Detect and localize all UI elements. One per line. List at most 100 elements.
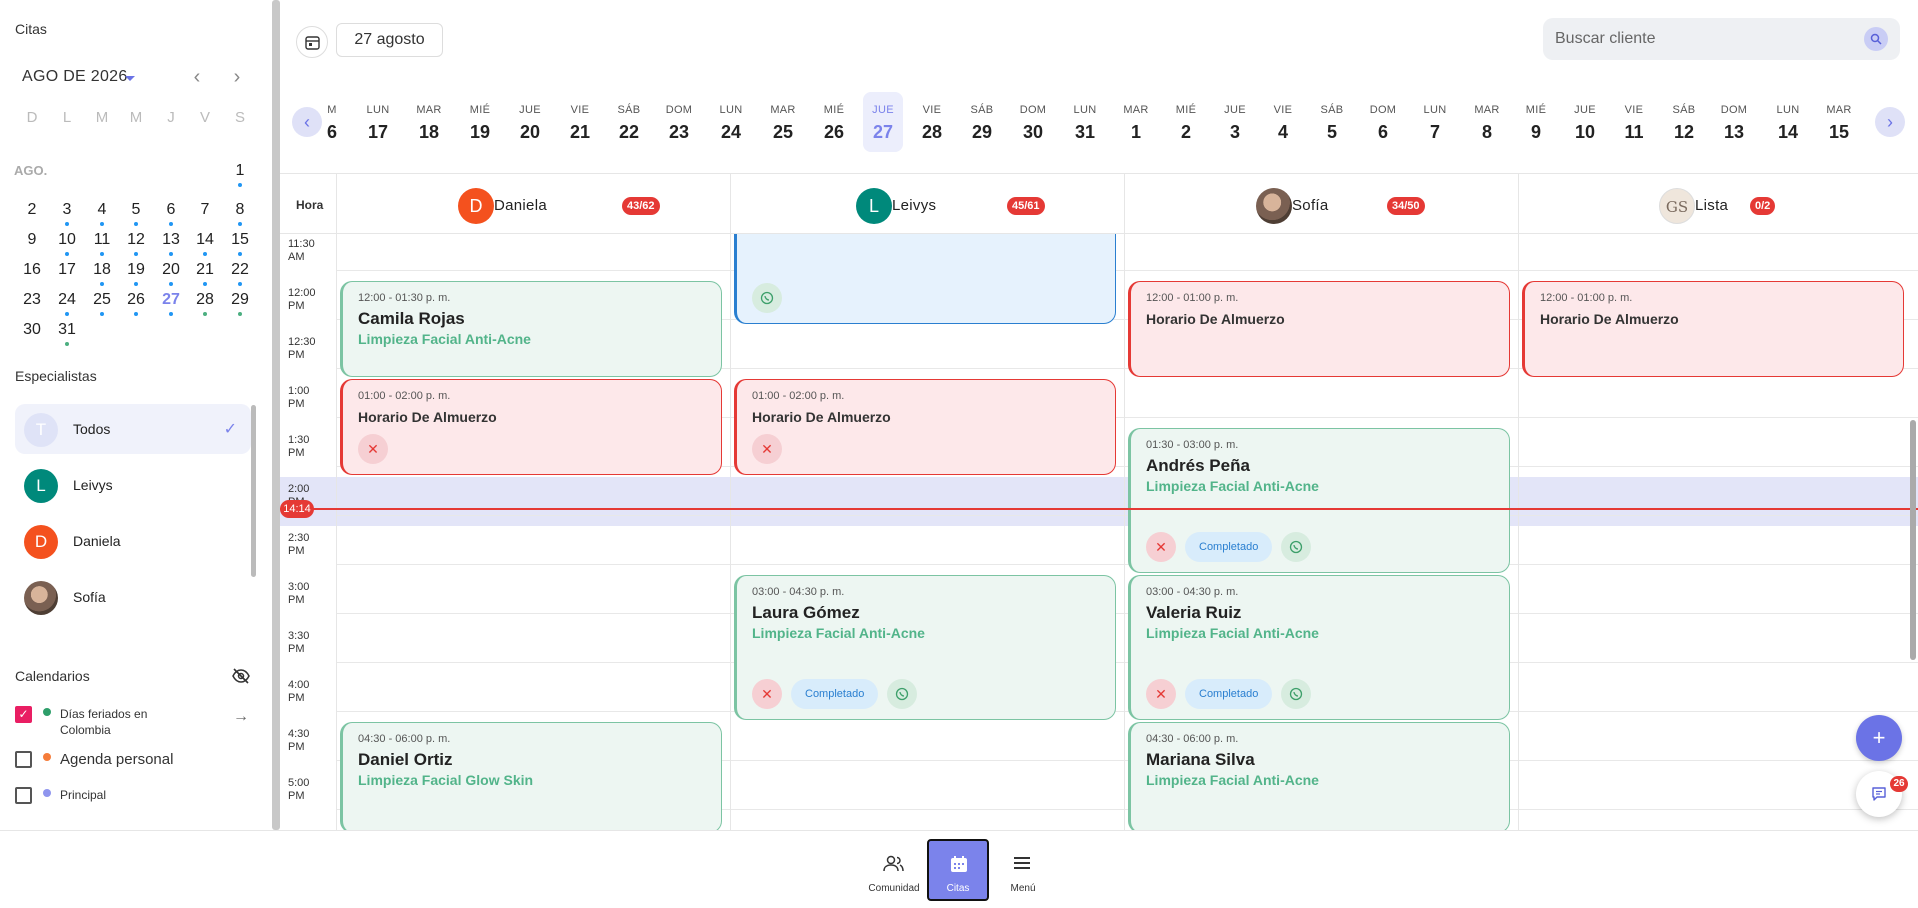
calendar-day[interactable]: 30: [17, 321, 47, 339]
date-cell[interactable]: DOM 13: [1714, 92, 1754, 152]
cancel-button[interactable]: ✕: [1146, 679, 1176, 709]
calendar-day[interactable]: 5: [121, 201, 151, 226]
appointment-card[interactable]: 12:00 - 01:30 p. m. Camila Rojas Limpieza …: [340, 281, 722, 377]
calendar-day[interactable]: 22: [225, 261, 255, 286]
date-cell[interactable]: MAR 8: [1467, 92, 1507, 152]
eye-off-icon[interactable]: [232, 668, 250, 684]
whatsapp-button[interactable]: [887, 679, 917, 709]
date-cell[interactable]: LUN 31: [1065, 92, 1105, 152]
calendar-day[interactable]: 16: [17, 261, 47, 279]
calendar-day[interactable]: 29: [225, 291, 255, 316]
date-cell[interactable]: MAR 25: [763, 92, 803, 152]
calendar-day[interactable]: 24: [52, 291, 82, 316]
date-cell[interactable]: DOM 23: [659, 92, 699, 152]
specialist-column-header[interactable]: D Daniela 43/62: [336, 174, 730, 234]
date-cell[interactable]: MIÉ 2: [1166, 92, 1206, 152]
cancel-button[interactable]: ✕: [752, 679, 782, 709]
grid-body[interactable]: 11:30 AM 12:00 PM 12:30 PM 1:00 PM 1:30 PM 2:…: [280, 234, 1918, 830]
calendar-day[interactable]: 21: [190, 261, 220, 286]
date-cell[interactable]: LUN 14: [1768, 92, 1808, 152]
appointment-card[interactable]: 12:00 - 01:00 p. m. Horario De Almuerzo: [1522, 281, 1904, 377]
specialist-column-header[interactable]: Sofía 34/50: [1124, 174, 1518, 234]
appointment-card[interactable]: 01:00 - 02:00 p. m. Horario De Almuerzo ✕: [734, 379, 1116, 475]
calendar-day[interactable]: 17: [52, 261, 82, 279]
calendar-day[interactable]: 8: [225, 201, 255, 226]
specialist-column-header[interactable]: L Leivys 45/61: [730, 174, 1124, 234]
date-cell[interactable]: MAR 1: [1116, 92, 1156, 152]
search-input[interactable]: [1555, 18, 1855, 60]
date-cell[interactable]: SÁB 12: [1664, 92, 1704, 152]
appointment-card[interactable]: 01:00 - 02:00 p. m. Horario De Almuerzo ✕: [340, 379, 722, 475]
selected-date-chip[interactable]: 27 agosto: [336, 23, 443, 57]
cancel-button[interactable]: ✕: [358, 434, 388, 464]
calendar-day[interactable]: 2: [17, 201, 47, 219]
calendar-day[interactable]: 11: [87, 231, 117, 256]
calendar-day[interactable]: 6: [156, 201, 186, 226]
calendar-day[interactable]: 1: [225, 162, 255, 187]
appointment-card[interactable]: Limpieza Facial Glow Skin: [734, 234, 1116, 324]
specialist-column-header[interactable]: GS Lista 0/2: [1518, 174, 1912, 234]
nav-comunidad[interactable]: Comunidad: [864, 841, 924, 901]
status-chip[interactable]: Completado: [791, 679, 879, 709]
calendar-day[interactable]: 23: [17, 291, 47, 309]
nav-menu[interactable]: Menú: [993, 841, 1053, 901]
date-cell[interactable]: SÁB 29: [962, 92, 1002, 152]
date-cell[interactable]: LUN 24: [711, 92, 751, 152]
caret-down-icon[interactable]: [125, 76, 135, 81]
whatsapp-button[interactable]: [752, 283, 782, 313]
date-cell[interactable]: MIÉ 26: [814, 92, 854, 152]
grid-scrollbar[interactable]: [1910, 420, 1916, 660]
appointment-card[interactable]: 01:30 - 03:00 p. m. Andrés Peña Limpieza F…: [1128, 428, 1510, 573]
appointment-card[interactable]: 04:30 - 06:00 p. m. Daniel Ortiz Limpieza …: [340, 722, 722, 830]
date-cell[interactable]: MIÉ 9: [1516, 92, 1556, 152]
appointment-card[interactable]: 04:30 - 06:00 p. m. Mariana Silva Limpieza…: [1128, 722, 1510, 830]
calendar-button[interactable]: [296, 26, 328, 58]
checkbox[interactable]: ✓: [15, 706, 32, 723]
specialists-scrollbar[interactable]: [251, 405, 256, 577]
specialist-filter-item[interactable]: T Todos ✓: [15, 404, 251, 454]
date-cell[interactable]: MIÉ 19: [460, 92, 500, 152]
chevron-right-icon[interactable]: ›: [226, 66, 248, 88]
calendar-day[interactable]: 10: [52, 231, 82, 256]
status-chip[interactable]: Completado: [1185, 679, 1273, 709]
date-cell[interactable]: VIE 28: [912, 92, 952, 152]
nav-citas[interactable]: Citas: [927, 839, 989, 901]
calendar-day[interactable]: 18: [87, 261, 117, 286]
calendar-day[interactable]: 19: [121, 261, 151, 286]
date-cell[interactable]: MAR 18: [409, 92, 449, 152]
date-cell[interactable]: LUN 7: [1415, 92, 1455, 152]
arrow-right-icon[interactable]: →: [233, 708, 249, 726]
specialist-filter-item[interactable]: L Leivys: [15, 460, 251, 510]
sidebar-scrollbar[interactable]: [272, 0, 280, 830]
next-dates-button[interactable]: ›: [1875, 107, 1905, 137]
calendar-day[interactable]: 28: [190, 291, 220, 316]
whatsapp-button[interactable]: [1281, 532, 1311, 562]
calendar-day[interactable]: 3: [52, 201, 82, 226]
cancel-button[interactable]: ✕: [1146, 532, 1176, 562]
chevron-left-icon[interactable]: ‹: [186, 66, 208, 88]
date-cell[interactable]: VIE 11: [1614, 92, 1654, 152]
prev-dates-button[interactable]: ‹: [292, 107, 322, 137]
calendar-day[interactable]: 25: [87, 291, 117, 316]
calendar-day[interactable]: 7: [190, 201, 220, 219]
calendar-day[interactable]: 14: [190, 231, 220, 256]
cancel-button[interactable]: ✕: [752, 434, 782, 464]
checkbox[interactable]: [15, 787, 32, 804]
date-cell[interactable]: MAR 15: [1819, 92, 1859, 152]
date-cell[interactable]: JUE 20: [510, 92, 550, 152]
add-appointment-button[interactable]: +: [1856, 715, 1902, 761]
date-cell[interactable]: DOM 6: [1363, 92, 1403, 152]
calendar-day[interactable]: 26: [121, 291, 151, 316]
date-cell[interactable]: SÁB 22: [609, 92, 649, 152]
date-cell[interactable]: DOM 30: [1013, 92, 1053, 152]
appointment-card[interactable]: 03:00 - 04:30 p. m. Laura Gómez Limpieza F…: [734, 575, 1116, 720]
date-cell[interactable]: LUN 17: [358, 92, 398, 152]
checkbox[interactable]: [15, 751, 32, 768]
date-cell[interactable]: VIE 21: [560, 92, 600, 152]
calendar-day[interactable]: 20: [156, 261, 186, 286]
specialist-filter-item[interactable]: D Daniela: [15, 516, 251, 566]
search-button[interactable]: [1864, 27, 1888, 51]
date-cell[interactable]: JUE 3: [1215, 92, 1255, 152]
calendar-day[interactable]: 31: [52, 321, 82, 346]
date-cell[interactable]: SÁB 5: [1312, 92, 1352, 152]
